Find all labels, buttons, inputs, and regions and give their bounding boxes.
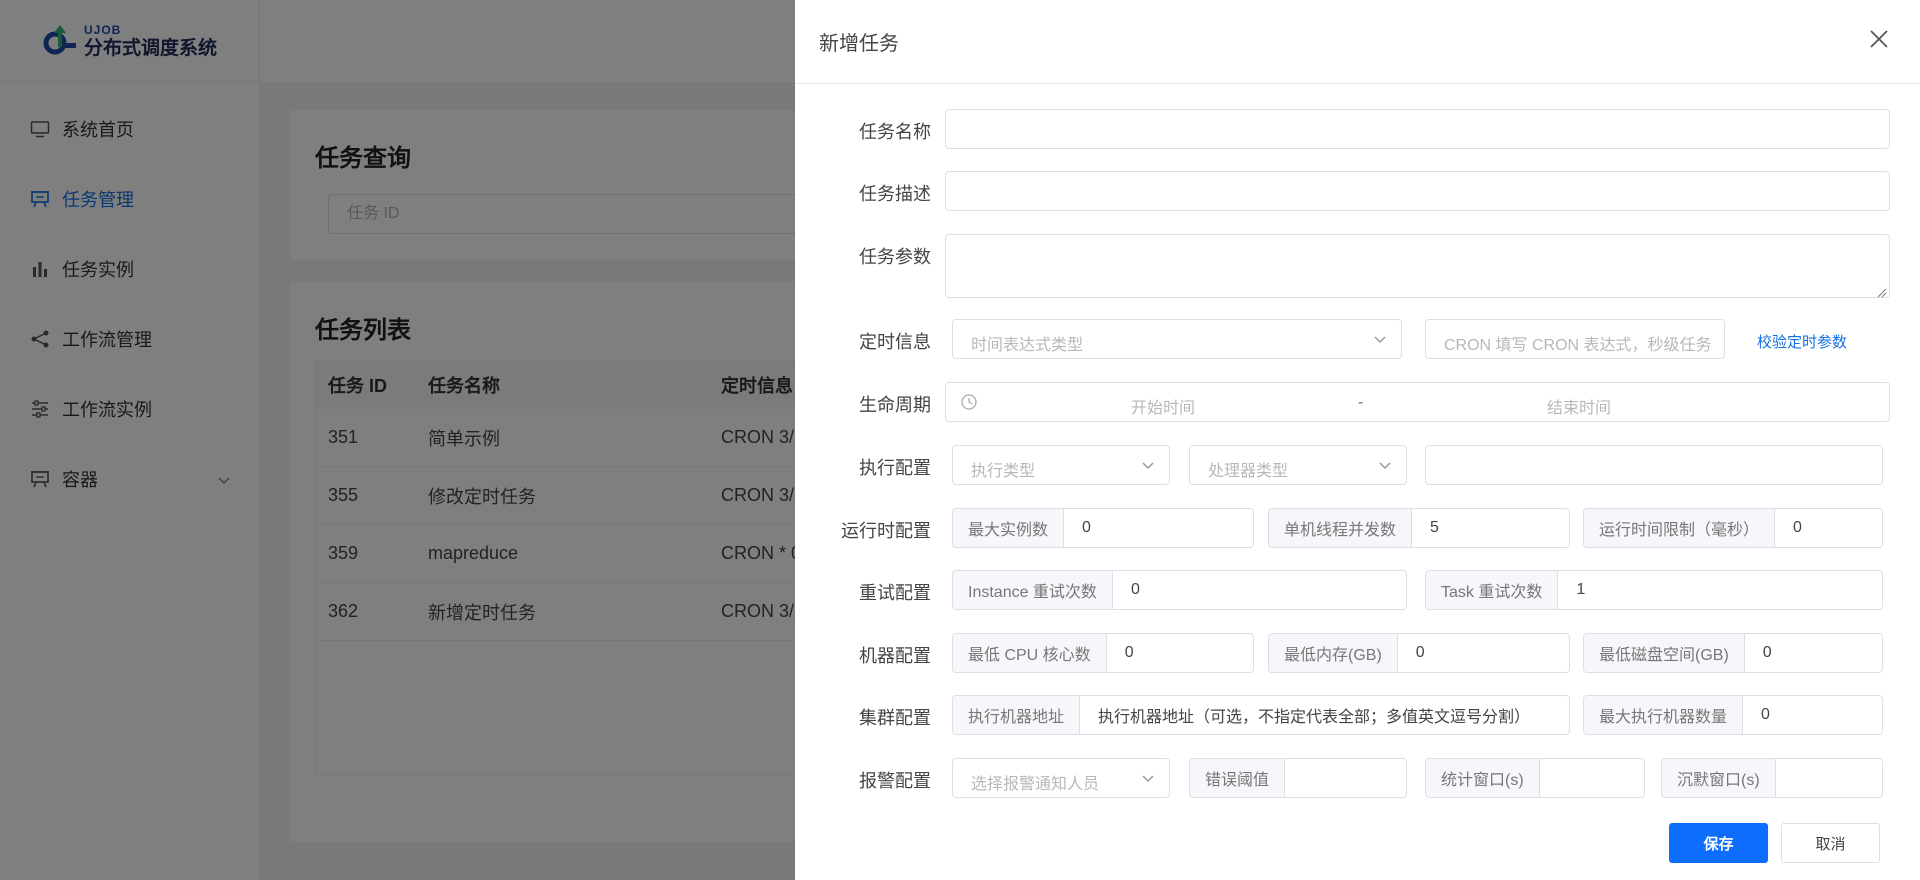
- select-placeholder: 处理器类型: [1208, 463, 1289, 480]
- field-value: 1: [1576, 581, 1586, 598]
- label-exec-config: 执行配置: [859, 458, 931, 478]
- chevron-down-icon: [1141, 459, 1155, 473]
- exec-machine-address-field[interactable]: 执行机器地址 执行机器地址（可选，不指定代表全部；多值英文逗号分割）: [952, 695, 1570, 735]
- label-task-name: 任务名称: [859, 122, 931, 142]
- label-task-desc: 任务描述: [859, 184, 931, 204]
- field-value: [1285, 759, 1406, 797]
- field-value: 0: [1761, 706, 1770, 723]
- clock-icon: [960, 393, 978, 416]
- min-memory-field[interactable]: 最低内存(GB) 0: [1268, 633, 1570, 673]
- chevron-down-icon: [1141, 772, 1155, 786]
- processor-info-input[interactable]: [1425, 445, 1883, 485]
- select-placeholder: 时间表达式类型: [971, 337, 1084, 354]
- chevron-down-icon: [1373, 333, 1387, 347]
- instance-retry-field[interactable]: Instance 重试次数 0: [952, 570, 1407, 610]
- resize-handle-icon[interactable]: [1877, 285, 1887, 298]
- min-cpu-field[interactable]: 最低 CPU 核心数 0: [952, 633, 1254, 673]
- close-icon[interactable]: [1868, 28, 1890, 50]
- silence-window-field[interactable]: 沉默窗口(s): [1661, 758, 1883, 798]
- label-task-params: 任务参数: [859, 247, 931, 267]
- input-placeholder: CRON 填写 CRON 表达式，秒级任务: [1444, 337, 1712, 354]
- drawer-title: 新增任务: [819, 33, 899, 55]
- field-prefix: 最大执行机器数量: [1584, 696, 1744, 734]
- min-disk-field[interactable]: 最低磁盘空间(GB) 0: [1583, 633, 1883, 673]
- label-lifecycle: 生命周期: [859, 395, 931, 415]
- field-prefix: Instance 重试次数: [953, 571, 1113, 609]
- range-separator: -: [1358, 394, 1364, 411]
- new-task-drawer: 新增任务 任务名称 任务描述 任务参数 定时信息 生命周期 执行配置 运行时配置…: [795, 0, 1920, 880]
- label-timing: 定时信息: [859, 332, 931, 352]
- runtime-limit-field[interactable]: 运行时间限制（毫秒） 0: [1583, 508, 1883, 548]
- chevron-down-icon: [1378, 459, 1392, 473]
- label-alert-config: 报警配置: [859, 771, 931, 791]
- field-prefix: 运行时间限制（毫秒）: [1584, 509, 1776, 547]
- drawer-header: 新增任务: [795, 0, 1920, 84]
- field-value: 0: [1082, 519, 1091, 536]
- validate-timing-link[interactable]: 校验定时参数: [1757, 331, 1847, 352]
- max-instances-field[interactable]: 最大实例数 0: [952, 508, 1254, 548]
- label-cluster-config: 集群配置: [859, 708, 931, 728]
- save-button[interactable]: 保存: [1669, 823, 1768, 863]
- time-expression-type-select[interactable]: 时间表达式类型: [952, 319, 1402, 359]
- exec-type-select[interactable]: 执行类型: [952, 445, 1170, 485]
- field-prefix: 最低磁盘空间(GB): [1584, 634, 1745, 672]
- task-name-input[interactable]: [945, 109, 1890, 149]
- task-desc-input[interactable]: [945, 171, 1890, 211]
- label-retry-config: 重试配置: [859, 583, 931, 603]
- field-prefix: 统计窗口(s): [1426, 759, 1540, 797]
- field-value: [1540, 759, 1644, 797]
- task-params-textarea[interactable]: [945, 234, 1890, 298]
- select-placeholder: 执行类型: [971, 463, 1036, 480]
- field-value: 0: [1124, 644, 1134, 661]
- field-prefix: 最低内存(GB): [1269, 634, 1398, 672]
- cron-expression-input[interactable]: CRON 填写 CRON 表达式，秒级任务: [1425, 319, 1725, 359]
- field-value: [1776, 759, 1882, 797]
- field-value: 0: [1793, 519, 1802, 536]
- label-machine-config: 机器配置: [859, 646, 931, 666]
- field-prefix: 执行机器地址: [953, 696, 1081, 734]
- error-threshold-field[interactable]: 错误阈值: [1189, 758, 1407, 798]
- cancel-button[interactable]: 取消: [1781, 823, 1880, 863]
- field-prefix: Task 重试次数: [1426, 571, 1559, 609]
- task-retry-field[interactable]: Task 重试次数 1: [1425, 570, 1883, 610]
- field-value: 5: [1430, 519, 1439, 536]
- field-placeholder: 执行机器地址（可选，不指定代表全部；多值英文逗号分割）: [1098, 709, 1531, 726]
- start-time-placeholder[interactable]: 开始时间: [1131, 394, 1195, 418]
- alert-receivers-select[interactable]: 选择报警通知人员: [952, 758, 1170, 798]
- field-prefix: 最大实例数: [953, 509, 1065, 547]
- field-value: 0: [1415, 644, 1425, 661]
- max-exec-machines-field[interactable]: 最大执行机器数量 0: [1583, 695, 1883, 735]
- processor-type-select[interactable]: 处理器类型: [1189, 445, 1407, 485]
- field-value: 0: [1762, 644, 1772, 661]
- label-runtime-config: 运行时配置: [841, 521, 931, 541]
- lifecycle-date-range[interactable]: 开始时间 - 结束时间: [945, 382, 1890, 422]
- field-prefix: 单机线程并发数: [1269, 509, 1413, 547]
- field-prefix: 最低 CPU 核心数: [953, 634, 1107, 672]
- end-time-placeholder[interactable]: 结束时间: [1547, 394, 1611, 418]
- thread-concurrency-field[interactable]: 单机线程并发数 5: [1268, 508, 1570, 548]
- stat-window-field[interactable]: 统计窗口(s): [1425, 758, 1645, 798]
- field-prefix: 错误阈值: [1190, 759, 1286, 797]
- field-prefix: 沉默窗口(s): [1662, 759, 1776, 797]
- select-placeholder: 选择报警通知人员: [971, 776, 1100, 793]
- field-value: 0: [1130, 581, 1140, 598]
